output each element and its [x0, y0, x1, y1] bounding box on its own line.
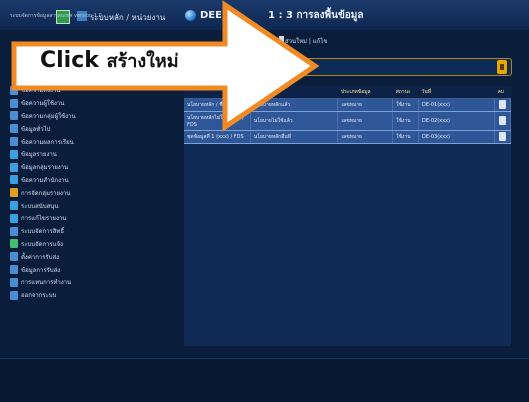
- callout-action-text: สร้างใหม่: [106, 51, 179, 72]
- callout-click-text: Click: [40, 48, 99, 73]
- callout-label: Click สร้างใหม่: [40, 46, 179, 75]
